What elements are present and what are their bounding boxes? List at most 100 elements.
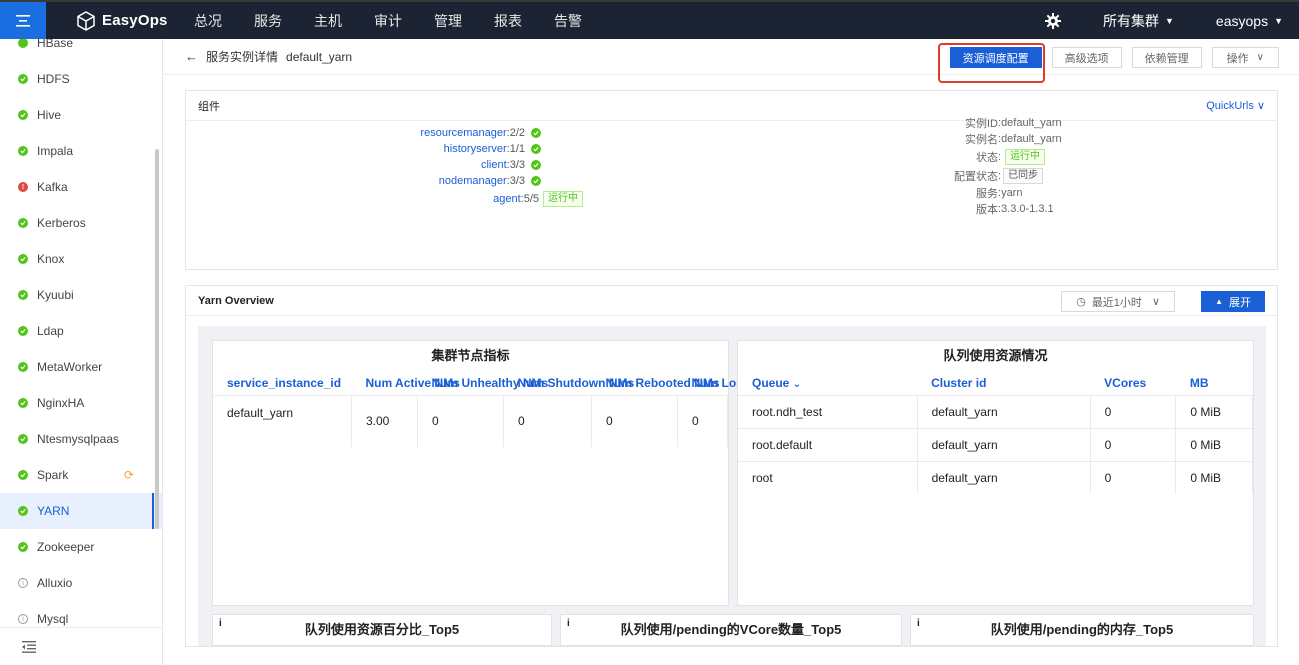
info-row: 配置状态: 已同步 xyxy=(886,166,1126,185)
component-name[interactable]: resourcemanager xyxy=(420,127,506,139)
queue-vcore-card: i 队列使用/pending的VCore数量_Top5 xyxy=(560,614,902,646)
operations-dropdown[interactable]: 操作 ∨ xyxy=(1211,47,1279,68)
table-cell: 3.00 xyxy=(351,394,418,447)
sidebar-item-spark[interactable]: Spark ⟳ xyxy=(0,457,162,493)
sidebar-item-impala[interactable]: Impala xyxy=(0,133,162,169)
status-ok-icon xyxy=(18,542,28,552)
overview-body: 集群节点指标 service_instance_id Num Active NMs… xyxy=(198,326,1266,646)
nav-overview[interactable]: 总况 xyxy=(194,11,222,31)
column-label: Queue xyxy=(752,375,790,390)
sidebar-item-ntesmysqlpaas[interactable]: Ntesmysqlpaas xyxy=(0,421,162,457)
nav-alerts[interactable]: 告警 xyxy=(554,11,582,31)
table-cell: default_yarn xyxy=(213,394,352,447)
sidebar-item-label: Alluxio xyxy=(37,576,73,590)
menu-toggle-button[interactable] xyxy=(0,2,46,39)
info-row: 实例名: default_yarn xyxy=(886,131,1126,147)
sidebar-item-label: Kyuubi xyxy=(37,288,74,302)
sidebar-item-metaworker[interactable]: MetaWorker xyxy=(0,349,162,385)
sidebar-item-yarn[interactable]: YARN xyxy=(0,493,162,529)
sidebar-item-zookeeper[interactable]: Zookeeper xyxy=(0,529,162,565)
components-card: 组件 QuickUrls ∨ resourcemanager:2/2 histor… xyxy=(185,90,1278,270)
component-name[interactable]: historyserver xyxy=(444,143,507,155)
expand-button[interactable]: ▲ 展开 xyxy=(1201,291,1265,312)
user-label: easyops xyxy=(1215,12,1269,29)
table-cell: root.ndh_test xyxy=(738,394,918,428)
status-error-icon: ! xyxy=(18,182,28,192)
queue-usage-table: Queue ⌄ Cluster id VCores MB root.ndh_test d… xyxy=(738,371,1253,494)
column-header[interactable]: service_instance_id xyxy=(213,371,352,395)
status-ok-icon xyxy=(18,506,28,516)
sidebar-item-hdfs[interactable]: HDFS xyxy=(0,61,162,97)
table-cell: 0 MiB xyxy=(1175,460,1253,494)
column-header[interactable]: Queue ⌄ xyxy=(738,371,917,395)
back-link[interactable]: ← 服务实例详情 default_yarn xyxy=(185,48,352,65)
nav-hosts[interactable]: 主机 xyxy=(314,11,342,31)
sidebar-item-knox[interactable]: Knox xyxy=(0,241,162,277)
nav-services[interactable]: 服务 xyxy=(254,11,282,31)
app-name: EasyOps xyxy=(102,12,168,29)
cluster-dropdown[interactable]: 所有集群 ▼ xyxy=(1103,11,1174,31)
table-cell: 0 xyxy=(677,394,728,447)
sidebar-item-kyuubi[interactable]: Kyuubi xyxy=(0,277,162,313)
info-key: 服务 xyxy=(976,188,998,200)
app-logo[interactable]: EasyOps xyxy=(76,10,186,31)
components-title: 组件 xyxy=(198,100,220,113)
operations-label: 操作 xyxy=(1226,52,1249,65)
page-title: 服务实例详情 xyxy=(206,50,279,64)
advanced-options-button[interactable]: 高级选项 xyxy=(1051,47,1122,68)
table-cell: 0 xyxy=(503,394,592,447)
card-title: 队列使用资源百分比_Top5 xyxy=(304,622,460,637)
info-colon: : xyxy=(998,169,1002,182)
column-header[interactable]: Cluster id xyxy=(917,371,1090,395)
sidebar-item-alluxio[interactable]: i Alluxio xyxy=(0,565,162,601)
column-header[interactable]: VCores xyxy=(1090,371,1176,395)
expand-label: 展开 xyxy=(1229,296,1251,309)
column-header[interactable]: Num Active NMs xyxy=(352,371,460,395)
sidebar-item-nginxha[interactable]: NginxHA xyxy=(0,385,162,421)
info-value: default_yarn xyxy=(1001,133,1062,145)
status-ok-icon xyxy=(18,74,28,84)
time-range-dropdown[interactable]: ◷ 最近1小时 ∨ xyxy=(1061,291,1175,312)
sidebar-item-kafka[interactable]: ! Kafka xyxy=(0,169,162,205)
sidebar-scrollbar[interactable] xyxy=(155,149,159,529)
status-ok-icon xyxy=(18,254,28,264)
settings-button[interactable] xyxy=(1045,12,1061,29)
sidebar-item-hive[interactable]: Hive xyxy=(0,97,162,133)
sidebar-item-label: Zookeeper xyxy=(37,540,95,554)
status-ok-icon xyxy=(18,434,28,444)
table-row: root.ndh_test default_yarn 0 0 MiB xyxy=(738,394,1253,428)
status-ok-icon xyxy=(18,146,28,156)
component-count: 5/5 xyxy=(523,193,539,205)
sidebar-item-ldap[interactable]: Ldap xyxy=(0,313,162,349)
queue-usage-panel: 队列使用资源情况 Queue ⌄ Cluster id VCores MB root.… xyxy=(737,340,1254,606)
sidebar-item-kerberos[interactable]: Kerberos xyxy=(0,205,162,241)
caret-up-icon: ▲ xyxy=(1215,297,1223,306)
arrow-left-icon: ← xyxy=(185,49,198,64)
dependency-button[interactable]: 依赖管理 xyxy=(1131,47,1202,68)
info-key: 实例名 xyxy=(965,134,998,146)
collapse-sidebar-button[interactable] xyxy=(0,627,162,665)
column-header[interactable]: MB xyxy=(1176,371,1253,395)
component-name[interactable]: nodemanager xyxy=(439,175,507,187)
nav-manage[interactable]: 管理 xyxy=(434,11,462,31)
user-dropdown[interactable]: easyops ▼ xyxy=(1216,13,1283,29)
sidebar: HBase HDFS Hive Impala! Kafka Kerberos Knox Ky… xyxy=(0,39,163,665)
queue-resource-percent-card: i 队列使用资源百分比_Top5 xyxy=(212,614,552,646)
component-list: resourcemanager:2/2 historyserver:1/1 clie… xyxy=(186,125,583,209)
sidebar-item-label: Knox xyxy=(37,252,65,266)
status-info-icon: i xyxy=(18,578,28,588)
sidebar-item-label: Kafka xyxy=(37,180,68,194)
table-row: root default_yarn 0 0 MiB xyxy=(738,460,1253,494)
collapse-menu-icon xyxy=(22,640,36,653)
sidebar-item-label: YARN xyxy=(37,504,70,518)
nav-audit[interactable]: 审计 xyxy=(374,11,402,31)
component-name[interactable]: agent xyxy=(493,193,521,205)
component-name[interactable]: client xyxy=(481,159,507,171)
highlight-box xyxy=(938,43,1045,83)
quickurls-dropdown[interactable]: QuickUrls ∨ xyxy=(1206,99,1265,112)
info-value: default_yarn xyxy=(1001,117,1062,129)
nav-reports[interactable]: 报表 xyxy=(494,11,522,31)
sidebar-item-label: MetaWorker xyxy=(37,360,103,374)
sidebar-item-hbase[interactable]: HBase xyxy=(0,39,162,61)
info-row: 实例ID: default_yarn xyxy=(886,115,1126,131)
